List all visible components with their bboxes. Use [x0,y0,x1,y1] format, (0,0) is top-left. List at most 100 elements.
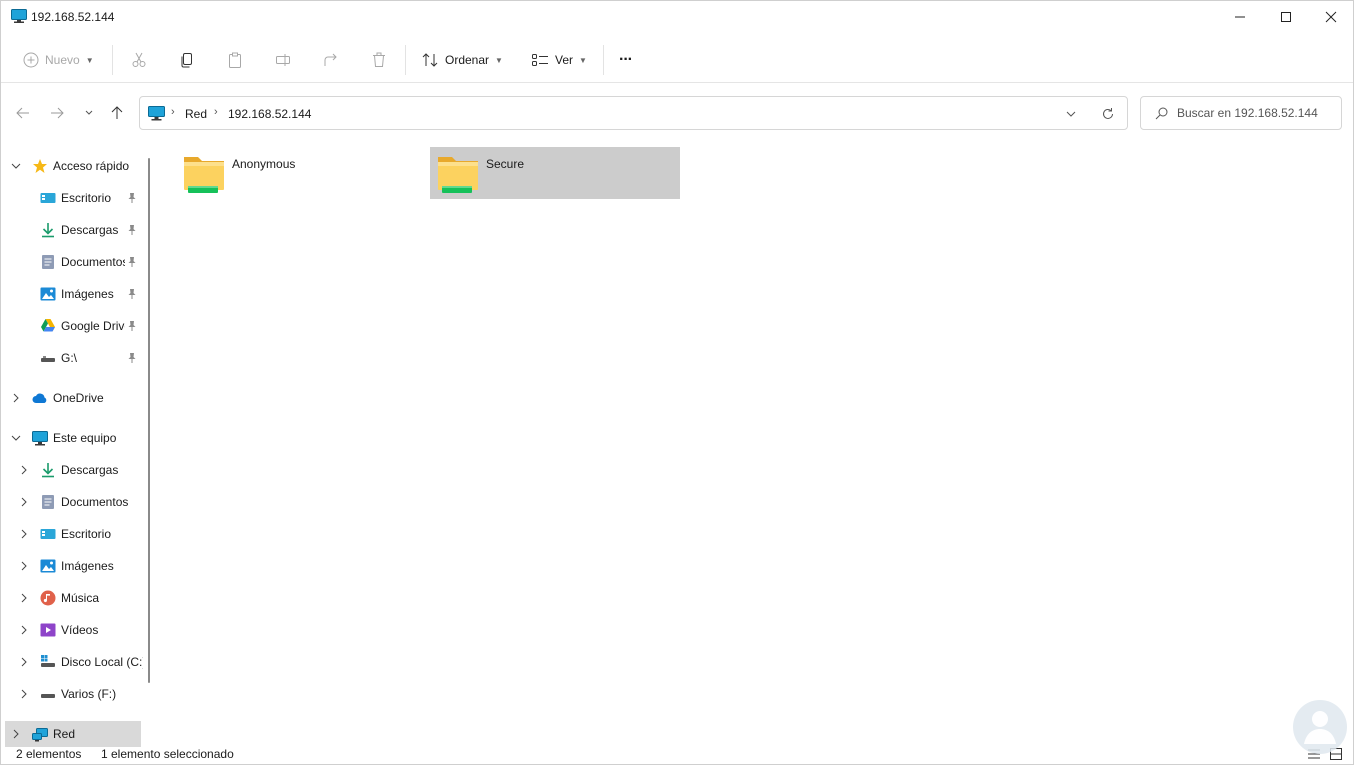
sidebar-item-drive-g[interactable]: G:\ [1,345,147,371]
download-icon [42,223,54,238]
trash-icon [373,52,385,67]
sidebar-item-onedrive[interactable]: OneDrive [1,385,147,411]
maximize-button[interactable] [1263,1,1309,33]
cut-button[interactable] [125,45,153,75]
computer-icon [32,431,48,446]
pin-icon[interactable] [127,352,137,364]
chevron-down-icon: ▼ [579,55,587,65]
file-list: Anonymous Secure [161,139,1351,739]
forward-button[interactable] [45,101,69,125]
search-input[interactable] [1177,105,1337,121]
sidebar-item-pc-documentos[interactable]: Documentos [1,489,147,515]
pin-icon[interactable] [127,224,137,236]
pictures-icon [40,559,56,573]
rename-icon [276,54,290,66]
folder-item-secure[interactable]: Secure [430,147,680,199]
watermark-logo-icon [1293,700,1347,754]
sidebar-item-escritorio[interactable]: Escritorio [1,185,147,211]
sidebar-item-pc-local-disk[interactable]: Disco Local (C:) [1,649,147,675]
chevron-right-icon[interactable] [19,625,29,635]
sidebar-item-quick-access[interactable]: Acceso rápido [1,153,147,179]
paste-button[interactable] [221,45,249,75]
close-button[interactable] [1308,1,1354,33]
pin-icon[interactable] [127,256,137,268]
selection-count: 1 elemento seleccionado [101,747,234,761]
sidebar-item-pc-imagenes[interactable]: Imágenes [1,553,147,579]
back-button[interactable] [11,101,35,125]
network-computer-icon [148,106,165,121]
sidebar-item-google-drive[interactable]: Google Drive [1,313,147,339]
sidebar-item-label: Descargas [61,463,119,477]
chevron-right-icon[interactable] [19,497,29,507]
scissors-icon [132,52,146,67]
shared-folder-icon [184,157,224,193]
chevron-right-icon[interactable] [19,689,29,699]
chevron-down-icon: ▼ [85,55,94,65]
refresh-icon[interactable] [1101,107,1115,121]
status-bar: 2 elementos 1 elemento seleccionado [1,743,1353,765]
minimize-button[interactable] [1217,1,1263,33]
chevron-right-icon[interactable] [19,561,29,571]
sidebar-item-label: OneDrive [53,391,104,405]
folder-name: Anonymous [232,157,296,171]
window-title: 192.168.52.144 [31,10,115,24]
address-history-chevron-icon[interactable] [1066,109,1076,119]
view-label: Ver [555,53,574,67]
clipboard-icon [229,52,241,68]
sidebar-item-documentos[interactable]: Documentos [1,249,147,275]
sidebar-item-pc-varios[interactable]: Varios (F:) [1,681,147,707]
chevron-right-icon[interactable] [11,393,21,403]
copy-button[interactable] [173,45,201,75]
search-box[interactable] [1140,96,1342,130]
more-options-button[interactable]: ··· [613,45,638,75]
chevron-right-icon[interactable] [19,593,29,603]
sidebar-item-descargas[interactable]: Descargas [1,217,147,243]
sidebar-item-pc-escritorio[interactable]: Escritorio [1,521,147,547]
arrow-right-icon [51,107,64,119]
chevron-down-icon[interactable] [11,161,21,171]
command-bar: Nuevo ▼ Ordenar ▼ Ver ▼ ··· [1,37,1353,83]
toolbar-divider [112,45,113,75]
sidebar-item-label: Google Drive [61,319,125,333]
sidebar-item-pc-videos[interactable]: Vídeos [1,617,147,643]
recent-locations-button[interactable] [77,101,101,125]
sidebar-scrollbar[interactable] [148,158,150,683]
breadcrumb-host[interactable]: 192.168.52.144 [228,107,311,121]
sidebar-item-imagenes[interactable]: Imágenes [1,281,147,307]
sidebar-item-pc-descargas[interactable]: Descargas [1,457,147,483]
breadcrumb-red[interactable]: Red [185,107,207,121]
view-button[interactable]: Ver ▼ [525,45,593,75]
share-icon [324,53,337,66]
up-button[interactable] [105,101,129,125]
chevron-right-icon[interactable] [19,465,29,475]
toolbar-divider [603,45,604,75]
chevron-right-icon[interactable] [19,657,29,667]
sidebar-item-this-pc[interactable]: Este equipo [1,425,147,451]
folder-item-anonymous[interactable]: Anonymous [176,147,426,199]
new-button[interactable]: Nuevo ▼ [17,45,100,75]
sort-icon [422,53,438,67]
address-bar[interactable]: › Red › 192.168.52.144 [139,96,1128,130]
folder-name: Secure [486,157,525,171]
network-icon [32,728,48,742]
rename-button[interactable] [269,45,297,75]
sidebar-item-label: Documentos [61,495,129,509]
plus-circle-icon [23,52,39,68]
close-icon [1325,11,1337,23]
title-bar: 192.168.52.144 [1,1,1353,33]
documents-icon [42,255,54,269]
sidebar-item-label: Imágenes [61,559,114,573]
share-button[interactable] [317,45,345,75]
pin-icon[interactable] [127,320,137,332]
drive-icon [41,694,55,698]
pin-icon[interactable] [127,288,137,300]
sidebar-item-pc-musica[interactable]: Música [1,585,147,611]
pin-icon[interactable] [127,192,137,204]
sort-button[interactable]: Ordenar ▼ [415,45,509,75]
delete-button[interactable] [365,45,393,75]
chevron-right-icon[interactable] [11,729,21,739]
chevron-down-icon[interactable] [11,433,21,443]
chevron-right-icon[interactable] [19,529,29,539]
sidebar-item-label: Imágenes [61,287,114,301]
copy-icon [181,53,192,68]
